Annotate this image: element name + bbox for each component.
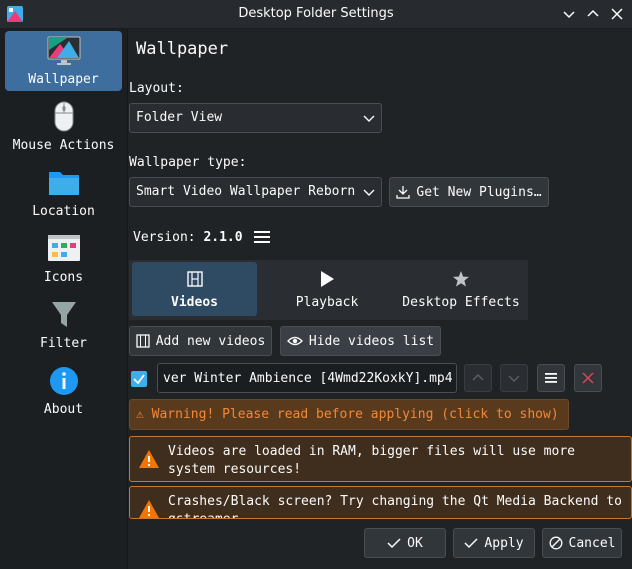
hamburger-menu-icon (545, 373, 557, 383)
chevron-up-icon (472, 374, 484, 381)
sidebar: Wallpaper Mouse Actions Location Icons F… (0, 29, 128, 569)
layout-select-value: Folder View (136, 110, 223, 125)
version-label: Version: (133, 230, 196, 245)
tab-videos[interactable]: Videos (132, 262, 257, 316)
tab-bar: Videos Playback Desktop Effects (129, 260, 528, 320)
warning-icon (139, 500, 159, 518)
add-new-videos-label: Add new videos (155, 333, 266, 349)
minimize-button[interactable] (561, 6, 577, 22)
warning-text: Crashes/Black screen? Try changing the Q… (168, 494, 622, 518)
tab-label: Videos (171, 295, 218, 310)
download-icon (396, 186, 411, 199)
warning-text: Videos are loaded in RAM, bigger files w… (168, 444, 575, 477)
video-path-field[interactable]: ver Winter Ambience [4Wmd22KoxkY].mp4 (157, 363, 457, 393)
hamburger-menu-icon[interactable] (253, 229, 271, 245)
close-icon (611, 8, 623, 20)
warning-message: Videos are loaded in RAM, bigger files w… (129, 436, 632, 482)
chevron-down-icon (363, 189, 375, 196)
close-icon (582, 372, 594, 384)
film-icon (186, 271, 203, 287)
window-title: Desktop Folder Settings (238, 6, 394, 21)
warning-message: Crashes/Black screen? Try changing the Q… (129, 486, 632, 519)
checkmark-icon (387, 538, 401, 549)
sidebar-item-label: About (43, 402, 84, 417)
version-row: Version: 2.1.0 (133, 230, 243, 245)
ok-label: OK (407, 535, 423, 551)
move-up-button[interactable] (464, 364, 492, 392)
checkmark-icon (133, 374, 145, 385)
info-icon (50, 367, 78, 395)
wallpaper-icon (47, 36, 81, 65)
sidebar-item-filter[interactable]: Filter (5, 295, 122, 355)
chevron-up-icon (587, 9, 599, 17)
wallpaper-type-select[interactable]: Smart Video Wallpaper Reborn (129, 177, 382, 207)
checkmark-icon (464, 538, 478, 549)
add-new-videos-button[interactable]: Add new videos (129, 326, 272, 356)
version-value: 2.1.0 (203, 230, 243, 245)
close-button[interactable] (609, 6, 625, 22)
chevron-down-icon (508, 375, 520, 382)
tab-desktop-effects[interactable]: Desktop Effects (396, 262, 526, 316)
eye-icon (286, 336, 303, 346)
remove-video-button[interactable] (574, 364, 602, 392)
dialog-footer: OK Apply Cancel (129, 520, 632, 569)
tab-playback[interactable]: Playback (262, 262, 392, 316)
sidebar-item-label: Location (32, 204, 95, 219)
main-content: Wallpaper Layout: Folder View Wallpaper … (129, 29, 632, 569)
chevron-down-icon (563, 11, 575, 19)
sidebar-item-label: Filter (40, 336, 87, 351)
ok-button[interactable]: OK (364, 528, 446, 558)
folder-icon (49, 172, 79, 195)
warning-toggle-button[interactable]: ⚠ Warning! Please read before applying (… (129, 399, 569, 430)
warning-icon: ⚠ (136, 407, 144, 422)
cancel-button[interactable]: Cancel (542, 528, 622, 558)
star-icon (453, 271, 469, 287)
icons-icon (48, 235, 80, 261)
sidebar-item-location[interactable]: Location (5, 163, 122, 223)
get-new-plugins-button[interactable]: Get New Plugins… (389, 177, 549, 207)
maximize-button[interactable] (585, 6, 601, 22)
cancel-icon (549, 536, 562, 550)
apply-label: Apply (484, 535, 524, 551)
video-menu-button[interactable] (537, 364, 565, 392)
title-bar: Desktop Folder Settings (0, 0, 632, 29)
sidebar-item-wallpaper[interactable]: Wallpaper (5, 31, 122, 91)
sidebar-item-icons[interactable]: Icons (5, 229, 122, 289)
sidebar-item-label: Wallpaper (28, 72, 99, 87)
hide-videos-list-label: Hide videos list (308, 333, 435, 349)
play-icon (321, 271, 334, 287)
tab-label: Playback (295, 295, 359, 310)
get-new-plugins-label: Get New Plugins… (416, 184, 542, 200)
sidebar-item-label: Mouse Actions (12, 138, 115, 153)
sidebar-item-label: Icons (43, 270, 84, 285)
move-down-button[interactable] (500, 364, 528, 392)
sidebar-item-about[interactable]: About (5, 361, 122, 421)
layout-select[interactable]: Folder View (129, 103, 382, 133)
warning-toggle-label: Warning! Please read before applying (cl… (151, 407, 559, 422)
page-title: Wallpaper (136, 39, 229, 59)
mouse-icon (54, 101, 74, 132)
sidebar-item-mouse-actions[interactable]: Mouse Actions (5, 97, 122, 157)
video-enabled-checkbox[interactable] (131, 371, 147, 387)
chevron-down-icon (363, 115, 375, 122)
cancel-label: Cancel (568, 535, 616, 551)
warning-icon (139, 450, 159, 468)
wallpaper-type-label: Wallpaper type: (129, 155, 247, 170)
filter-icon (52, 302, 76, 327)
apply-button[interactable]: Apply (453, 528, 535, 558)
tab-label: Desktop Effects (402, 295, 520, 310)
wallpaper-type-value: Smart Video Wallpaper Reborn (136, 184, 356, 199)
video-path-value: ver Winter Ambience [4Wmd22KoxkY].mp4 (163, 371, 453, 386)
film-icon (136, 334, 150, 348)
hide-videos-list-button[interactable]: Hide videos list (280, 326, 441, 356)
layout-label: Layout: (129, 81, 184, 96)
